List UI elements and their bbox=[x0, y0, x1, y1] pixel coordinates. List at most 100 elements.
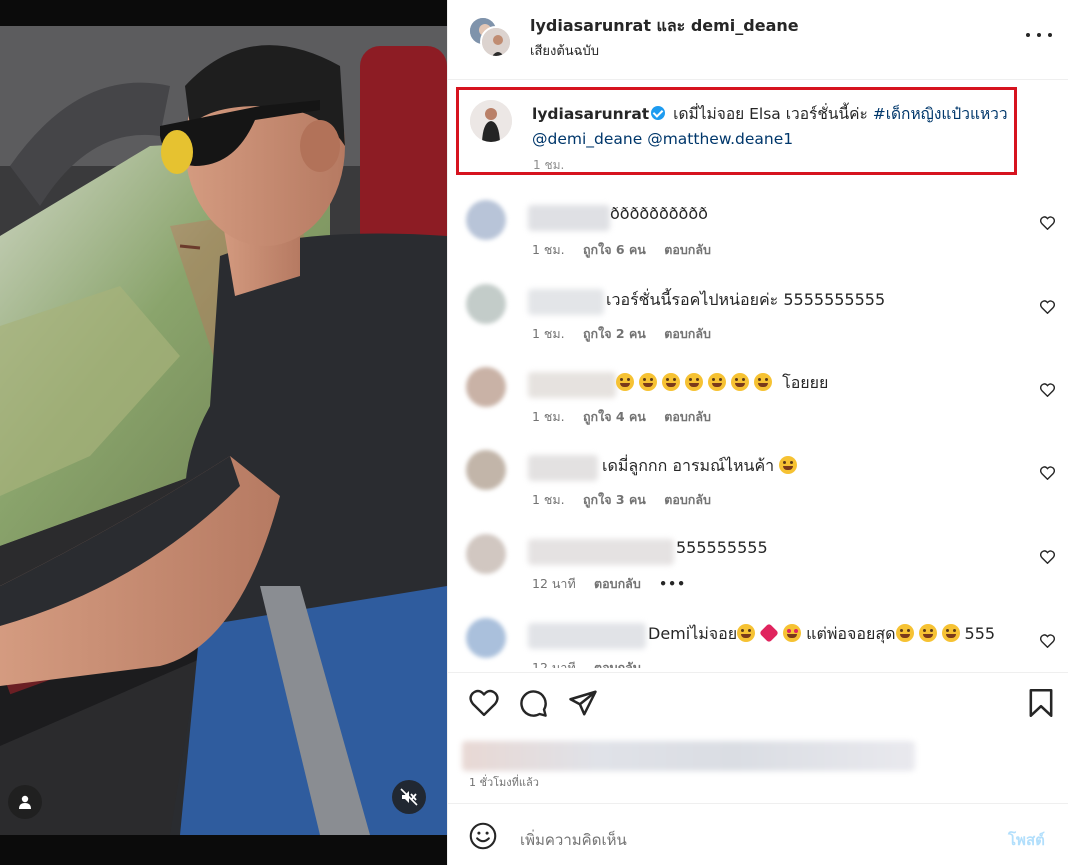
like-comment-heart-icon[interactable] bbox=[1040, 216, 1055, 230]
comment-text-with-emoji: เดมี่ลูกกก อารมณ์ไหนค้า bbox=[602, 454, 802, 479]
laughing-emoji-icon bbox=[708, 373, 726, 391]
comment-time: 1 ชม. bbox=[532, 492, 565, 507]
original-audio-link[interactable]: เสียงต้นฉบับ bbox=[530, 40, 599, 61]
post-caption: lydiasarunrat เดมี่ไม่จอย Elsa เวอร์ชั่น… bbox=[456, 87, 1017, 175]
reply-button[interactable]: ตอบกลับ bbox=[664, 326, 711, 341]
reply-button[interactable]: ตอบกลับ bbox=[594, 576, 641, 591]
commenter-avatar[interactable] bbox=[466, 284, 506, 324]
red-heart-emoji-icon bbox=[760, 624, 778, 642]
comments-list[interactable]: ðððððððððð 1 ชม. ถูกใจ 6 คน ตอบกลับ เวอร… bbox=[448, 188, 1068, 668]
save-bookmark-icon[interactable] bbox=[1028, 689, 1054, 717]
comment-time: 12 นาที bbox=[532, 576, 576, 591]
comment-text: 555555555 bbox=[676, 538, 768, 557]
caption-avatar[interactable] bbox=[470, 100, 512, 142]
share-paper-plane-icon[interactable] bbox=[568, 689, 598, 717]
comment-meta: 12 นาที ตอบกลับ bbox=[532, 658, 655, 668]
comment-time: 12 นาที bbox=[532, 660, 576, 668]
post-comment-button[interactable]: โพสต์ bbox=[1008, 828, 1045, 852]
like-comment-heart-icon[interactable] bbox=[1040, 634, 1055, 648]
comment-item: ðððððððððð 1 ชม. ถูกใจ 6 คน ตอบกลับ bbox=[448, 188, 1068, 268]
caption-text: เดมี่ไม่จอย Elsa เวอร์ชั่นนี้ค่ะ bbox=[673, 105, 873, 123]
comment-time: 1 ชม. bbox=[532, 326, 565, 341]
caption-mention[interactable]: @matthew.deane1 bbox=[647, 130, 793, 148]
comment-meta: 1 ชม. ถูกใจ 2 คน ตอบกลับ bbox=[532, 324, 725, 344]
video-frame bbox=[0, 26, 447, 835]
add-comment-input[interactable]: เพิ่มความคิดเห็น bbox=[520, 828, 627, 852]
comment-text: 555 bbox=[964, 624, 996, 643]
comment-bubble-icon[interactable] bbox=[519, 689, 548, 718]
mute-toggle-button[interactable] bbox=[392, 780, 426, 814]
comment-item: โอยยย 1 ชม. ถูกใจ 4 คน ตอบกลับ bbox=[448, 355, 1068, 435]
verified-badge-icon bbox=[651, 106, 666, 120]
caption-username[interactable]: lydiasarunrat bbox=[532, 105, 649, 123]
more-dot-icon bbox=[1048, 33, 1052, 37]
reply-button[interactable]: ตอบกลับ bbox=[594, 660, 641, 668]
laughing-emoji-icon bbox=[616, 373, 634, 391]
like-comment-heart-icon[interactable] bbox=[1040, 550, 1055, 564]
video-letterbox-bottom bbox=[0, 835, 447, 865]
commenter-username-blurred[interactable] bbox=[528, 289, 604, 315]
comment-time: 1 ชม. bbox=[532, 409, 565, 424]
caption-timestamp: 1 ชม. bbox=[533, 158, 565, 172]
comment-meta: 1 ชม. ถูกใจ 4 คน ตอบกลับ bbox=[532, 407, 725, 427]
comment-likes[interactable]: ถูกใจ 3 คน bbox=[583, 492, 646, 507]
commenter-username-blurred[interactable] bbox=[528, 455, 598, 481]
commenter-username-blurred[interactable] bbox=[528, 623, 646, 649]
like-comment-heart-icon[interactable] bbox=[1040, 466, 1055, 480]
laughing-emoji-icon bbox=[779, 456, 798, 474]
like-heart-icon[interactable] bbox=[469, 689, 499, 717]
commenter-avatar[interactable] bbox=[466, 367, 506, 407]
laughing-emoji-icon bbox=[639, 373, 657, 391]
comment-meta: 1 ชม. ถูกใจ 3 คน ตอบกลับ bbox=[532, 490, 725, 510]
post-actions: 1 ชั่วโมงที่แล้ว bbox=[448, 672, 1068, 802]
speaker-muted-icon bbox=[400, 788, 418, 806]
reply-button[interactable]: ตอบกลับ bbox=[664, 242, 711, 257]
video-letterbox-top bbox=[0, 0, 447, 26]
comment-composer: เพิ่มความคิดเห็น โพสต์ bbox=[448, 803, 1068, 865]
commenter-avatar[interactable] bbox=[466, 200, 506, 240]
commenter-username-blurred[interactable] bbox=[528, 539, 674, 565]
comment-text: แต่พ่อจอยสุด bbox=[806, 624, 896, 643]
laughing-emoji-icon bbox=[731, 373, 749, 391]
comment-text: ðððððððððð bbox=[610, 204, 708, 223]
laughing-emoji-icon bbox=[737, 624, 756, 642]
commenter-username-blurred[interactable] bbox=[528, 205, 610, 231]
laughing-emoji-icon bbox=[685, 373, 703, 391]
collaborator-avatar[interactable] bbox=[480, 26, 512, 58]
comment-text: Demiไม่จอย bbox=[648, 624, 738, 643]
comment-meta: 1 ชม. ถูกใจ 6 คน ตอบกลับ bbox=[532, 240, 725, 260]
laughing-emoji-icon bbox=[754, 373, 772, 391]
commenter-avatar[interactable] bbox=[466, 450, 506, 490]
author-names[interactable]: lydiasarunrat และ demi_deane bbox=[530, 14, 799, 39]
post-header: lydiasarunrat และ demi_deane เสียงต้นฉบั… bbox=[448, 0, 1068, 80]
commenter-avatar[interactable] bbox=[466, 618, 506, 658]
post-timestamp: 1 ชั่วโมงที่แล้ว bbox=[469, 776, 539, 789]
emoji-picker-icon[interactable] bbox=[469, 822, 497, 850]
tagged-users-button[interactable] bbox=[8, 785, 42, 819]
commenter-avatar[interactable] bbox=[466, 534, 506, 574]
like-comment-heart-icon[interactable] bbox=[1040, 383, 1055, 397]
comment-likes[interactable]: ถูกใจ 6 คน bbox=[583, 242, 646, 257]
laughing-emoji-icon bbox=[941, 624, 960, 642]
like-comment-heart-icon[interactable] bbox=[1040, 300, 1055, 314]
comment-text: เดมี่ลูกกก อารมณ์ไหนค้า bbox=[602, 456, 775, 475]
laughing-emoji-icon bbox=[895, 624, 914, 642]
comment-item: Demiไม่จอย แต่พ่อจอยสุด 555 12 นาที ตอบกลั… bbox=[448, 606, 1068, 668]
more-options-button[interactable] bbox=[1026, 25, 1052, 45]
laughing-emoji-icon bbox=[918, 624, 937, 642]
comment-text: เวอร์ชั่นนี้รอคไปหน่อยค่ะ 5555555555 bbox=[606, 290, 886, 309]
reply-button[interactable]: ตอบกลับ bbox=[664, 492, 711, 507]
more-dot-icon bbox=[1037, 33, 1041, 37]
caption-mention[interactable]: @demi_deane bbox=[532, 130, 642, 148]
comment-likes[interactable]: ถูกใจ 2 คน bbox=[583, 326, 646, 341]
comment-more-options-button[interactable]: ••• bbox=[659, 576, 686, 591]
comment-item: เวอร์ชั่นนี้รอคไปหน่อยค่ะ 5555555555 1 ช… bbox=[448, 272, 1068, 352]
reply-button[interactable]: ตอบกลับ bbox=[664, 409, 711, 424]
commenter-username-blurred[interactable] bbox=[528, 372, 616, 398]
more-dot-icon bbox=[1026, 33, 1030, 37]
liked-by-summary-blurred[interactable] bbox=[462, 741, 915, 771]
post-video[interactable] bbox=[0, 0, 447, 865]
caption-hashtag[interactable]: #เด็กหญิงแป๋วแหวว bbox=[873, 105, 1008, 123]
laughing-emoji-icon bbox=[662, 373, 680, 391]
comment-likes[interactable]: ถูกใจ 4 คน bbox=[583, 409, 646, 424]
